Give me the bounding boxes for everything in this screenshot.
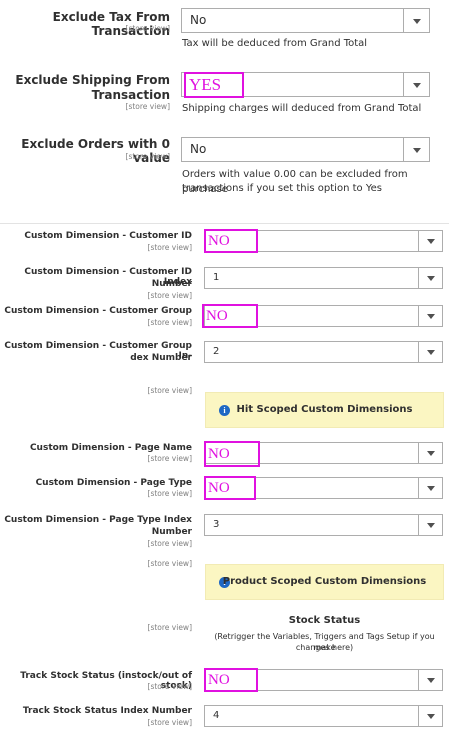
page-type-index-label-line2: Number: [151, 527, 192, 537]
exclude-tax-scope: [store view]: [125, 24, 170, 33]
chevron-down-icon[interactable]: [418, 231, 442, 251]
hit-scope-scope: [store view]: [147, 386, 192, 395]
customer-id-index-value: 1: [213, 272, 220, 283]
page-name-label: Custom Dimension - Page Name: [29, 443, 192, 453]
exclude-tax-value: No: [190, 13, 207, 27]
hit-scoped-title: Hit Scoped Custom Dimensions: [236, 404, 413, 415]
chevron-down-icon[interactable]: [418, 342, 442, 362]
exclude-shipping-value: YES: [184, 72, 244, 98]
chevron-down-icon[interactable]: [418, 670, 442, 690]
customer-id-scope: [store view]: [147, 243, 192, 252]
exclude-zero-select[interactable]: No: [181, 137, 430, 162]
exclude-tax-note: Tax will be deduced from Grand Total: [182, 38, 368, 49]
track-stock-index-value: 4: [213, 710, 220, 721]
exclude-shipping-label-line2: Transaction: [91, 88, 170, 102]
customer-group-index-label-line2: dex Number: [130, 353, 192, 363]
track-stock-index-label: Track Stock Status Index Number: [22, 706, 192, 716]
page-type-index-select[interactable]: 3: [204, 514, 443, 536]
exclude-zero-scope: [store view]: [125, 152, 170, 161]
customer-group-index-select[interactable]: 2: [204, 341, 443, 363]
exclude-shipping-scope: [store view]: [125, 102, 170, 111]
customer-id-index-label-line2: Number: [151, 279, 192, 289]
page-type-value: NO: [204, 476, 256, 500]
page-type-scope: [store view]: [147, 489, 192, 498]
chevron-down-icon[interactable]: [418, 268, 442, 288]
stock-status-sub-line2: changes here): [295, 643, 354, 652]
exclude-shipping-note: Shipping charges will deduced from Grand…: [182, 103, 422, 114]
product-scoped-banner: i Product Scoped Custom Dimensions: [205, 564, 444, 600]
section-divider: [0, 223, 449, 224]
customer-group-scope: [store view]: [147, 318, 192, 327]
customer-group-value: NO: [202, 304, 258, 328]
page-type-index-value: 3: [213, 519, 220, 530]
exclude-zero-value: No: [190, 142, 207, 156]
customer-id-index-scope: [store view]: [147, 291, 192, 300]
chevron-down-icon[interactable]: [418, 515, 442, 535]
customer-id-label: Custom Dimension - Customer ID: [24, 231, 192, 241]
chevron-down-icon[interactable]: [418, 706, 442, 726]
exclude-zero-note-line2: transactions if you set this option to Y…: [182, 183, 382, 194]
product-scoped-title: Product Scoped Custom Dimensions: [222, 576, 427, 587]
customer-group-label: Custom Dimension - Customer Group: [4, 306, 192, 316]
page-type-index-scope: [store view]: [147, 539, 192, 548]
page-name-scope: [store view]: [147, 454, 192, 463]
exclude-shipping-label-line1: Exclude Shipping From: [15, 73, 170, 87]
track-stock-value: NO: [204, 668, 258, 692]
product-scope-scope: [store view]: [147, 559, 192, 568]
chevron-down-icon[interactable]: [418, 306, 442, 326]
stock-status-scope: [store view]: [147, 623, 192, 632]
chevron-down-icon[interactable]: [403, 9, 429, 32]
chevron-down-icon[interactable]: [418, 443, 442, 463]
chevron-down-icon[interactable]: [403, 73, 429, 96]
customer-group-index-value: 2: [213, 346, 220, 357]
customer-id-value: NO: [204, 229, 258, 253]
track-stock-index-select[interactable]: 4: [204, 705, 443, 727]
stock-status-title: Stock Status: [288, 615, 361, 626]
page-type-label: Custom Dimension - Page Type: [35, 478, 192, 488]
page-name-value: NO: [204, 441, 260, 467]
customer-id-index-select[interactable]: 1: [204, 267, 443, 289]
chevron-down-icon[interactable]: [403, 138, 429, 161]
chevron-down-icon[interactable]: [418, 478, 442, 498]
hit-scoped-banner: i Hit Scoped Custom Dimensions: [205, 392, 444, 428]
track-stock-scope: [store view]: [147, 682, 192, 691]
page-type-index-label-line1: Custom Dimension - Page Type Index: [4, 515, 192, 525]
exclude-tax-select[interactable]: No: [181, 8, 430, 33]
track-stock-index-scope: [store view]: [147, 718, 192, 727]
